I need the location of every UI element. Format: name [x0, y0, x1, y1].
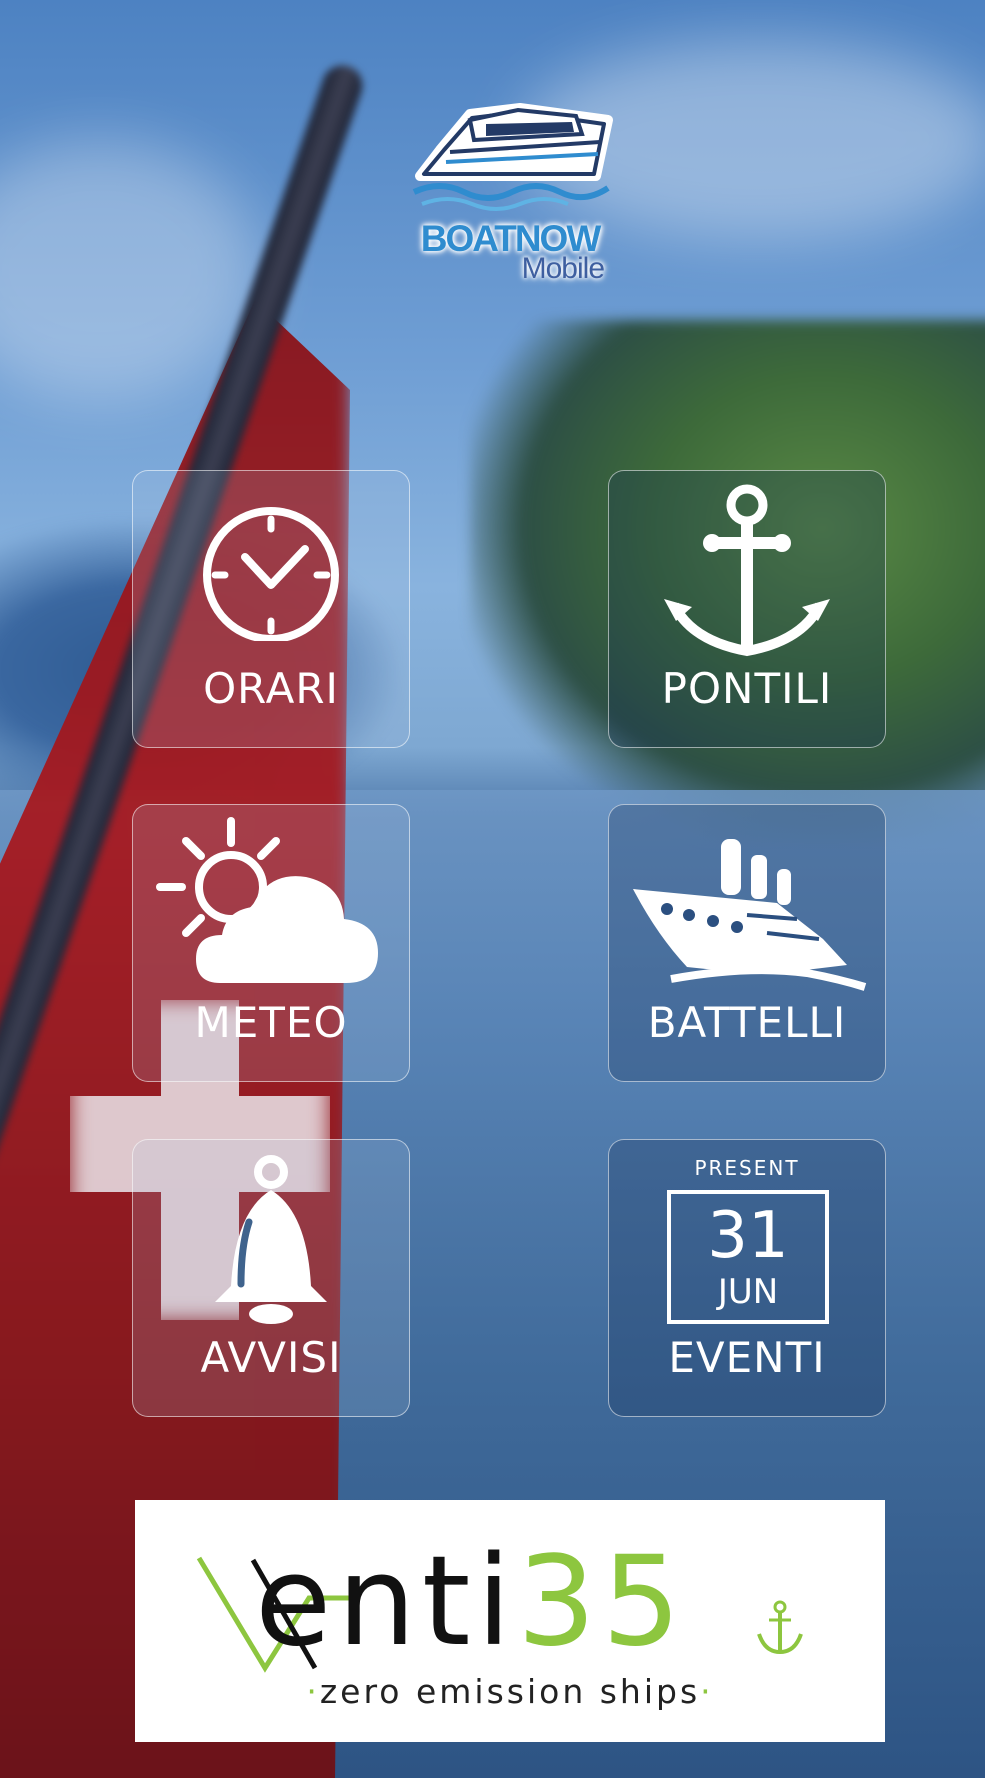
calendar-present-label: PRESENT — [694, 1156, 800, 1180]
menu-tile-pontili[interactable]: PONTILI — [608, 470, 886, 748]
sponsor-banner-venti35[interactable]: enti35 ·zero emission ships· — [135, 1500, 885, 1742]
logo-wordmark-mobile: Mobile — [521, 252, 605, 285]
ship-icon — [609, 805, 885, 1005]
calendar-month: JUN — [717, 1272, 779, 1312]
clock-icon — [133, 471, 409, 671]
sponsor-tagline: ·zero emission ships· — [306, 1672, 714, 1711]
menu-tile-avvisi[interactable]: AVVISI — [132, 1139, 410, 1417]
menu-tile-eventi[interactable]: PRESENT 31 JUN EVENTI — [608, 1139, 886, 1417]
tile-label-battelli: BATTELLI — [647, 998, 847, 1047]
tile-label-orari: ORARI — [203, 664, 339, 713]
sponsor-tagline-text: zero emission ships — [319, 1672, 701, 1711]
boatnow-logo: BOATNOW Mobile — [400, 80, 620, 300]
calendar-icon: 31 JUN — [667, 1190, 829, 1324]
menu-tile-battelli[interactable]: BATTELLI — [608, 804, 886, 1082]
tile-label-avvisi: AVVISI — [200, 1333, 342, 1382]
weather-sun-cloud-icon — [133, 805, 409, 1005]
calendar-day: 31 — [707, 1199, 789, 1273]
tile-label-meteo: METEO — [194, 998, 348, 1047]
anchor-icon — [609, 471, 885, 671]
sponsor-wordmark-prefix: enti — [255, 1530, 517, 1674]
menu-tile-meteo[interactable]: METEO — [132, 804, 410, 1082]
tile-label-eventi: EVENTI — [668, 1333, 826, 1382]
tile-label-pontili: PONTILI — [661, 664, 833, 713]
sponsor-wordmark: enti35 — [255, 1540, 687, 1664]
bell-icon — [133, 1140, 409, 1340]
sponsor-wordmark-number: 35 — [516, 1530, 687, 1674]
anchor-icon — [757, 1600, 803, 1655]
menu-tile-orari[interactable]: ORARI — [132, 470, 410, 748]
